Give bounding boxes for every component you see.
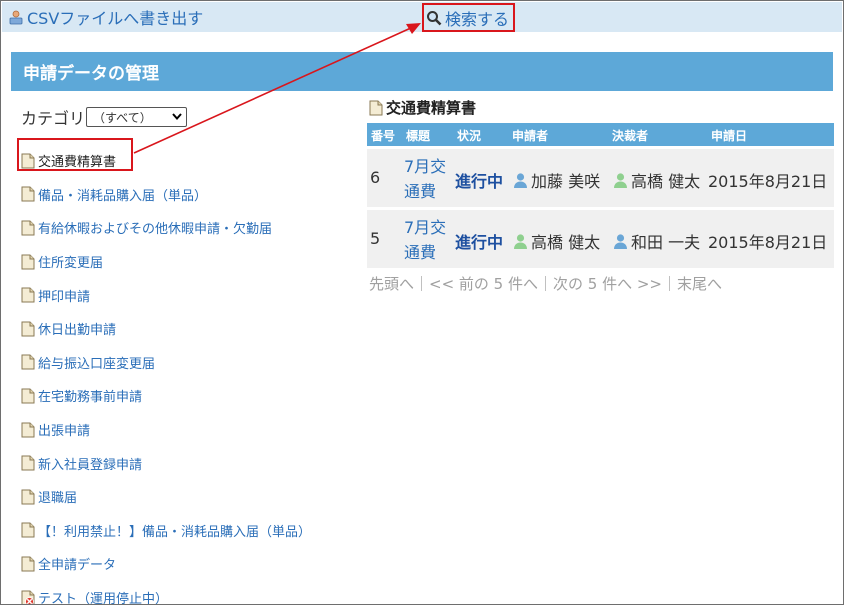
form-list-item[interactable]: 押印申請 [21, 278, 361, 312]
row-approver: 高橋 健太 [612, 168, 700, 192]
document-icon [21, 220, 35, 236]
form-list-item[interactable]: 在宅勤務事前申請 [21, 379, 361, 413]
document-icon [21, 489, 35, 505]
detail-title-label: 交通費精算書 [386, 99, 477, 117]
document-icon [21, 556, 35, 572]
search-label: 検索する [445, 9, 510, 29]
form-list-item[interactable]: 休日出勤申請 [21, 312, 361, 346]
row-status: 進行中 [455, 233, 504, 252]
row-status: 進行中 [455, 172, 504, 191]
form-list-item-label: 備品・消耗品購入届（単品） [38, 188, 208, 204]
pagination: 先頭へ｜<< 前の 5 件へ｜次の 5 件へ >>｜末尾へ [369, 275, 722, 293]
user-green-icon [512, 233, 529, 250]
row-number: 6 [370, 168, 381, 187]
user-green-icon [612, 172, 629, 189]
row-applicant: 高橋 健太 [512, 229, 600, 253]
document-icon [21, 186, 35, 202]
row-number: 5 [370, 229, 381, 248]
form-list-item[interactable]: 出張申請 [21, 413, 361, 447]
category-filter: カテゴリ （すべて） [21, 105, 188, 129]
form-list-item[interactable]: 有給休暇およびその他休暇申請・欠勤届 [21, 211, 361, 245]
csv-export-button[interactable]: CSVファイルへ書き出す [8, 5, 203, 29]
search-button[interactable]: 検索する [422, 3, 516, 32]
form-list-item[interactable]: 給与振込口座変更届 [21, 346, 361, 380]
detail-title: 交通費精算書 [369, 97, 476, 118]
col-applicant[interactable]: 申請者 [512, 127, 548, 144]
table-header: 番号 標題 状況 申請者 決裁者 申請日 [367, 123, 834, 146]
toolbar-divider [2, 32, 842, 38]
form-list-item-label: 新入社員登録申請 [38, 457, 143, 473]
form-list-item-label: 出張申請 [38, 424, 91, 440]
form-list-item[interactable]: 交通費精算書 [21, 144, 361, 178]
app-frame: CSVファイルへ書き出す 検索する 申請データの管理 カテゴリ （すべて） 交通… [0, 0, 844, 605]
document-icon [21, 321, 35, 337]
form-list-item-label: 押印申請 [38, 289, 91, 305]
approver-name: 和田 一夫 [631, 233, 701, 252]
category-label: カテゴリ [21, 109, 86, 128]
document-icon [21, 388, 35, 404]
chevron-down-icon [171, 110, 183, 125]
table-row: 6 7月交通費 進行中 加藤 美咲 高橋 健太 2015年8月21日 [367, 149, 834, 207]
form-list-item-label: 【！利用禁止！】備品・消耗品購入届（単品） [38, 524, 312, 540]
magnifier-icon [426, 10, 442, 26]
form-list-item[interactable]: 全申請データ [21, 547, 361, 581]
form-list-item-label: 給与振込口座変更届 [38, 356, 156, 372]
applicant-name: 加藤 美咲 [531, 172, 601, 191]
approver-name: 高橋 健太 [631, 172, 701, 191]
col-status[interactable]: 状況 [457, 127, 481, 144]
row-title-link[interactable]: 7月交通費 [404, 215, 452, 265]
category-selected-value: （すべて） [93, 110, 152, 125]
form-list-item[interactable]: 住所変更届 [21, 245, 361, 279]
form-list-item[interactable]: 備品・消耗品購入届（単品） [21, 178, 361, 212]
col-title[interactable]: 標題 [406, 127, 430, 144]
form-list-item-label: 退職届 [38, 491, 78, 507]
table-row: 5 7月交通費 進行中 高橋 健太 和田 一夫 2015年8月21日 [367, 210, 834, 268]
form-list-item[interactable]: 退職届 [21, 480, 361, 514]
form-list-item-label: 全申請データ [38, 558, 117, 574]
form-list-item[interactable]: 【！利用禁止！】備品・消耗品購入届（単品） [21, 514, 361, 548]
col-date[interactable]: 申請日 [711, 127, 747, 144]
category-select[interactable]: （すべて） [86, 107, 188, 127]
form-list-item-label: 休日出勤申請 [38, 323, 117, 339]
form-list-item-label: テスト（運用停止中） [38, 592, 169, 605]
document-icon [21, 153, 35, 169]
document-icon [21, 287, 35, 303]
col-number[interactable]: 番号 [371, 127, 395, 144]
form-list-item[interactable]: テスト（運用停止中） [21, 581, 361, 605]
form-list-item-label: 住所変更届 [38, 256, 104, 272]
row-date: 2015年8月21日 [708, 172, 828, 191]
document-icon [21, 254, 35, 270]
form-list-item-label: 在宅勤務事前申請 [38, 390, 143, 406]
document-icon [21, 455, 35, 471]
row-applicant: 加藤 美咲 [512, 168, 600, 192]
export-user-icon [8, 9, 24, 25]
user-blue-icon [612, 233, 629, 250]
document-icon [21, 422, 35, 438]
form-list: 交通費精算書備品・消耗品購入届（単品） 有給休暇およびその他休暇申請・欠勤届 住所変… [21, 144, 361, 605]
applicant-name: 高橋 健太 [531, 233, 601, 252]
toolbar: CSVファイルへ書き出す 検索する [2, 2, 842, 32]
form-list-item-label: 交通費精算書 [38, 155, 117, 171]
col-approver[interactable]: 決裁者 [612, 127, 648, 144]
csv-export-label: CSVファイルへ書き出す [27, 9, 204, 28]
document-icon [21, 354, 35, 370]
document-icon [21, 522, 35, 538]
row-date: 2015年8月21日 [708, 233, 828, 252]
form-list-item-label: 有給休暇およびその他休暇申請・欠勤届 [38, 222, 273, 238]
user-blue-icon [512, 172, 529, 189]
form-list-item[interactable]: 新入社員登録申請 [21, 446, 361, 480]
document-stopped-icon [21, 590, 35, 604]
document-icon [369, 100, 383, 116]
row-approver: 和田 一夫 [612, 229, 700, 253]
row-title-link[interactable]: 7月交通費 [404, 154, 452, 204]
section-title: 申請データの管理 [11, 52, 833, 91]
